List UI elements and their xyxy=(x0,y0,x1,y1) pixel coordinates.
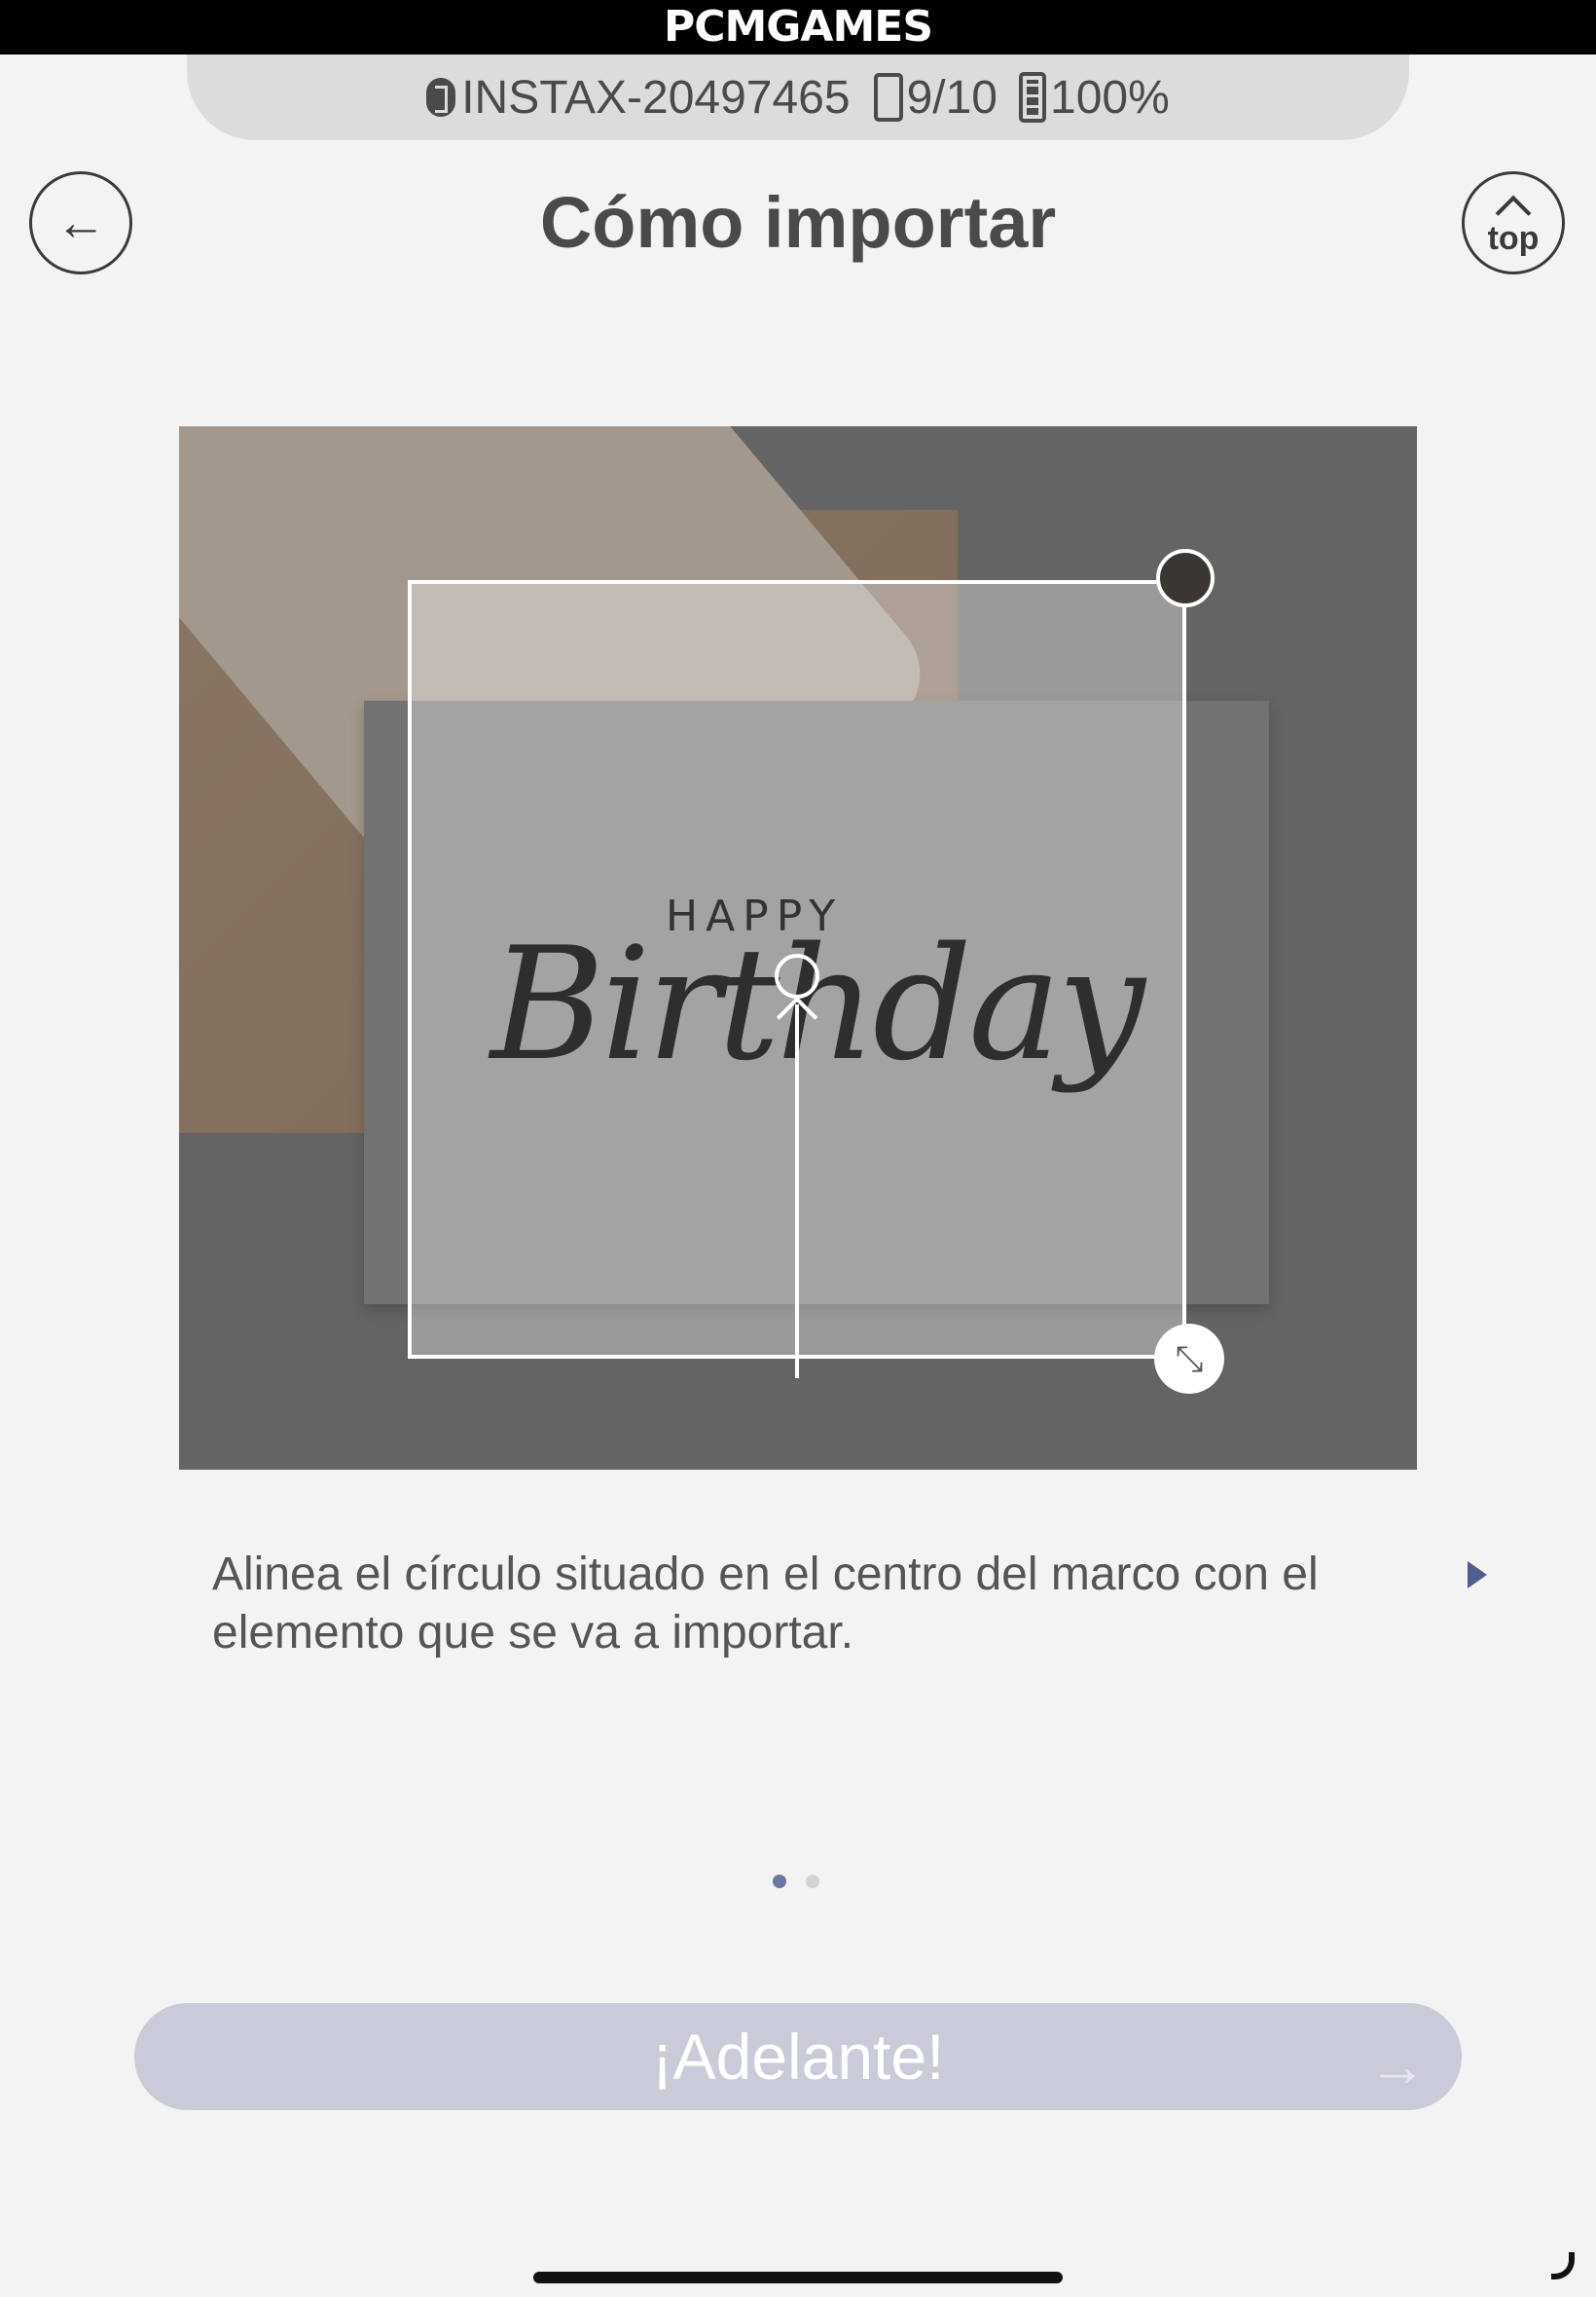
pagination-dots xyxy=(773,1875,819,1888)
top-button[interactable]: top xyxy=(1462,171,1565,274)
watermark-text: PCMGAMES xyxy=(663,2,933,52)
page-title: Cómo importar xyxy=(539,182,1057,263)
card-text-birthday: Birthday xyxy=(490,913,1145,1095)
pagination-dot-1[interactable] xyxy=(773,1875,786,1888)
film-count: 9/10 xyxy=(906,71,998,124)
device-name: INSTAX-20497465 xyxy=(461,71,851,124)
corner-mark xyxy=(1551,2252,1575,2279)
resize-arrows-icon: ⤡ xyxy=(1175,1337,1204,1378)
frame-corner-handle xyxy=(1156,549,1215,607)
import-illustration: HAPPY Birthday ⤡ xyxy=(179,426,1417,1470)
film-icon xyxy=(873,73,903,122)
pointer-line xyxy=(795,1004,799,1378)
watermark-bar: PCMGAMES xyxy=(0,0,1596,55)
battery-level: 100% xyxy=(1050,71,1170,124)
resize-handle-icon: ⤡ xyxy=(1154,1324,1224,1394)
instruction-text: Alinea el círculo situado en el centro d… xyxy=(212,1549,1319,1659)
pagination-dot-2[interactable] xyxy=(806,1875,819,1888)
continue-button[interactable]: ¡Adelante! → xyxy=(134,2003,1462,2110)
arrow-right-icon: → xyxy=(1368,2033,1427,2098)
next-slide-arrow-icon[interactable] xyxy=(1468,1561,1487,1588)
bluetooth-icon xyxy=(426,78,456,117)
home-indicator[interactable] xyxy=(533,2272,1063,2283)
continue-button-label: ¡Adelante! xyxy=(651,2021,945,2093)
device-status-bar: INSTAX-20497465 9/10 100% xyxy=(187,55,1409,140)
center-target-circle xyxy=(775,954,819,999)
battery-icon xyxy=(1019,72,1046,123)
